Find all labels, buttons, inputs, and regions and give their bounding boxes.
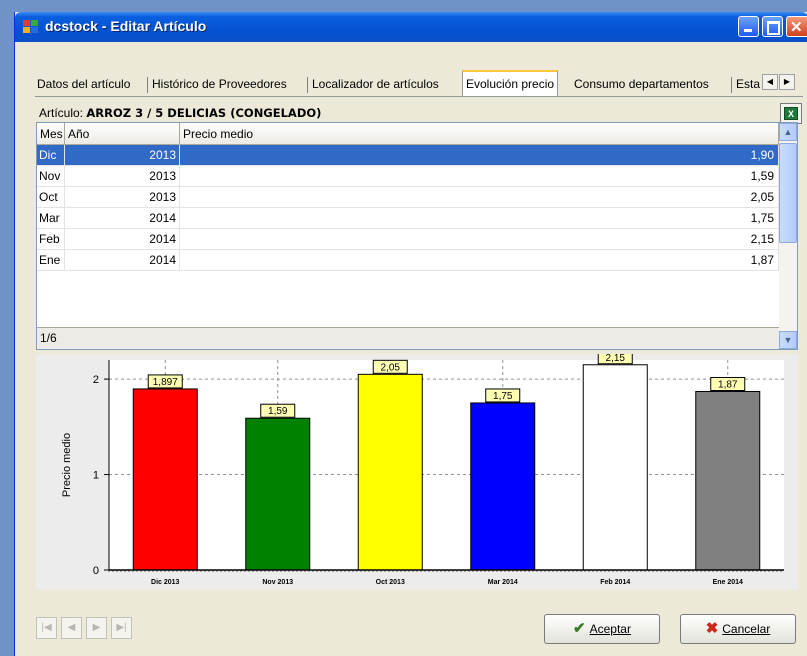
data-label: 1,75	[493, 391, 513, 402]
bar	[132, 388, 198, 571]
x-tick-label: Ene 2014	[713, 579, 743, 586]
minimize-icon	[744, 29, 752, 32]
close-button[interactable]: ✕	[786, 16, 807, 37]
scroll-down-icon[interactable]: ▼	[779, 331, 797, 349]
article-label: Artículo:	[39, 106, 84, 120]
tab-consumo-departamentos[interactable]: Consumo departamentos	[574, 73, 709, 95]
x-tick-label: Feb 2014	[600, 579, 630, 586]
cell-precio-medio: 1,90	[180, 145, 779, 165]
excel-icon: X	[784, 107, 798, 120]
bar	[357, 373, 423, 571]
cell-anio: 2013	[65, 187, 180, 207]
article-name: ARROZ 3 / 5 DELICIAS (CONGELADO)	[86, 106, 322, 120]
price-evolution-chart: 0 1 2 1,897 Dic 2013 1,59 Nov 2013 2,05 Oct 2013…	[36, 354, 798, 590]
table-row[interactable]: Feb 2014 2,15	[37, 229, 779, 250]
data-label: 1,59	[268, 406, 288, 417]
y-tick-label: 1	[93, 470, 99, 482]
column-header-precio-medio[interactable]: Precio medio	[180, 123, 779, 145]
cell-precio-medio: 1,87	[180, 250, 779, 270]
accept-label: Aceptar	[589, 622, 631, 636]
window-title: dcstock - Editar Artículo	[45, 18, 207, 34]
x-tick-label: Dic 2013	[151, 579, 180, 586]
y-tick-label: 2	[93, 374, 99, 386]
cell-precio-medio: 1,75	[180, 208, 779, 228]
tab-localizador-articulos[interactable]: Localizador de artículos	[312, 73, 439, 95]
close-icon: ✕	[790, 19, 803, 36]
record-counter: 1/6	[37, 327, 779, 349]
scrollbar-thumb[interactable]	[779, 143, 797, 243]
x-tick-label: Oct 2013	[376, 579, 405, 586]
tab-scroll-left-icon[interactable]: ◀	[762, 74, 778, 90]
y-tick-label: 0	[93, 565, 99, 577]
data-label: 1,87	[718, 380, 738, 391]
data-label: 2,15	[606, 354, 626, 364]
cell-mes: Mar	[37, 208, 65, 228]
bar	[245, 417, 311, 571]
bar	[582, 364, 648, 571]
y-axis-label: Precio medio	[61, 433, 73, 497]
cancel-button[interactable]: ✖ Cancelar	[680, 614, 796, 644]
cell-precio-medio: 1,59	[180, 166, 779, 186]
nav-first-icon[interactable]: |◀	[36, 617, 57, 639]
table-row[interactable]: Ene 2014 1,87	[37, 250, 779, 271]
bar-chart-svg: 0 1 2 1,897 Dic 2013 1,59 Nov 2013 2,05 Oct 2013…	[61, 354, 784, 586]
maximize-button[interactable]	[762, 16, 783, 37]
cell-anio: 2014	[65, 208, 180, 228]
title-bar[interactable]: dcstock - Editar Artículo ✕	[15, 12, 807, 42]
tab-separator	[147, 77, 148, 93]
tab-separator	[731, 77, 732, 93]
cell-anio: 2013	[65, 145, 180, 165]
tab-historico-proveedores[interactable]: Histórico de Proveedores	[152, 73, 287, 95]
tab-scroll-right-icon[interactable]: ▶	[779, 74, 795, 90]
cell-anio: 2014	[65, 229, 180, 249]
cell-mes: Dic	[37, 145, 65, 165]
table-row[interactable]: Mar 2014 1,75	[37, 208, 779, 229]
maximize-icon	[767, 21, 780, 35]
table-row[interactable]: Oct 2013 2,05	[37, 187, 779, 208]
column-header-anio[interactable]: Año	[65, 123, 180, 145]
tab-separator	[307, 77, 308, 93]
data-label: 2,05	[381, 362, 401, 373]
tab-datos-articulo[interactable]: Datos del artículo	[37, 73, 130, 95]
export-excel-button[interactable]: X	[780, 103, 802, 124]
column-header-mes[interactable]: Mes	[37, 123, 65, 145]
article-header: Artículo: ARROZ 3 / 5 DELICIAS (CONGELAD…	[39, 106, 321, 120]
cancel-label: Cancelar	[722, 622, 771, 636]
cell-mes: Ene	[37, 250, 65, 270]
nav-next-icon[interactable]: ▶	[86, 617, 107, 639]
x-tick-label: Mar 2014	[488, 579, 518, 586]
nav-prev-icon[interactable]: ◀	[61, 617, 82, 639]
check-icon: ✔	[573, 620, 586, 637]
nav-last-icon[interactable]: ▶|	[111, 617, 132, 639]
cell-anio: 2014	[65, 250, 180, 270]
cell-mes: Feb	[37, 229, 65, 249]
table-row[interactable]: Dic 2013 1,90	[37, 145, 779, 166]
cell-precio-medio: 2,05	[180, 187, 779, 207]
price-history-grid: Mes Año Precio medio Dic 2013 1,90 Nov 2013 1…	[36, 122, 798, 350]
plot-area	[109, 360, 784, 570]
tab-evolucion-precio[interactable]: Evolución precio	[462, 70, 559, 96]
cell-mes: Oct	[37, 187, 65, 207]
tab-panel-border	[35, 96, 803, 97]
cell-precio-medio: 2,15	[180, 229, 779, 249]
bar	[470, 402, 536, 571]
cell-mes: Nov	[37, 166, 65, 186]
grid-vertical-scrollbar[interactable]: ▲ ▼	[779, 123, 797, 349]
scroll-up-icon[interactable]: ▲	[779, 123, 797, 141]
cell-anio: 2013	[65, 166, 180, 186]
app-icon	[23, 20, 39, 34]
data-label: 1,897	[153, 377, 178, 388]
tab-strip: Datos del artículo Histórico de Proveedo…	[33, 70, 795, 96]
bar	[695, 391, 761, 571]
minimize-button[interactable]	[738, 16, 759, 37]
table-row[interactable]: Nov 2013 1,59	[37, 166, 779, 187]
accept-button[interactable]: ✔ Aceptar	[544, 614, 660, 644]
x-tick-label: Nov 2013	[262, 579, 293, 586]
cancel-x-icon: ✖	[705, 620, 719, 637]
tab-estadisticas[interactable]: Esta	[736, 73, 762, 95]
